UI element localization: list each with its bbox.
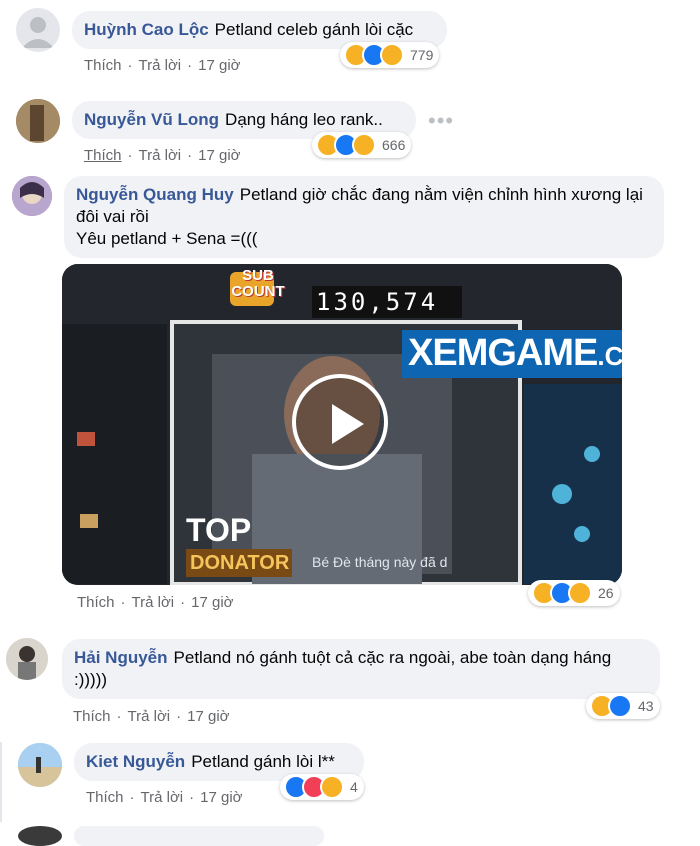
reaction-summary[interactable]: 43 — [586, 693, 660, 719]
reply-link[interactable]: Trả lời — [128, 708, 171, 725]
user-photo-icon — [16, 99, 60, 143]
avatar[interactable] — [16, 99, 60, 143]
comment-author[interactable]: Nguyễn Vũ Long — [84, 110, 219, 129]
reaction-count: 779 — [410, 47, 434, 63]
like-link[interactable]: Thích — [84, 57, 122, 74]
thread-line — [0, 742, 2, 822]
haha-icon — [320, 775, 344, 799]
comment-actions: Thích · Trả lời · 17 giờ — [86, 789, 243, 806]
donator-ticker: Bé Đè tháng này đã d — [312, 554, 448, 570]
comment-text: Dạng háng leo rank.. — [225, 110, 383, 129]
comment-author[interactable]: Hải Nguyễn — [74, 648, 168, 667]
watermark: XEMGAME.COM — [402, 330, 622, 378]
reaction-summary[interactable]: 666 — [312, 132, 412, 158]
comment-bubble — [74, 826, 324, 846]
like-link[interactable]: Thích — [73, 708, 111, 725]
comment-time[interactable]: 17 giờ — [187, 708, 229, 725]
comment-text: Petland gánh lòi l** — [191, 752, 335, 771]
comment-actions: Thích · Trả lời · 17 giờ — [73, 708, 230, 725]
video-attachment[interactable]: SUB COUNT 130,574 XEMGAME.COM TOP DONATO… — [62, 264, 622, 585]
sub-count-value: 130,574 — [316, 288, 439, 316]
donator-label: DONATOR — [186, 549, 292, 577]
reaction-count: 4 — [350, 779, 358, 795]
more-options-icon[interactable]: ••• — [428, 108, 454, 134]
comment-time[interactable]: 17 giờ — [200, 789, 242, 806]
reply-link[interactable]: Trả lời — [139, 57, 182, 74]
avatar[interactable] — [18, 743, 62, 787]
sad-icon — [352, 133, 376, 157]
comment-text: Petland celeb gánh lòi cặc — [214, 20, 414, 39]
reaction-count: 666 — [382, 137, 406, 153]
watermark-text: XEMGAME — [408, 332, 598, 374]
comment-time[interactable]: 17 giờ — [198, 147, 240, 164]
reaction-summary[interactable]: 779 — [340, 42, 440, 68]
default-avatar-icon — [22, 17, 54, 48]
user-photo-icon — [18, 743, 62, 787]
reply-link[interactable]: Trả lời — [132, 594, 175, 611]
watermark-suffix: .COM — [597, 341, 622, 371]
reply-link[interactable]: Trả lời — [139, 147, 182, 164]
comment-actions: Thích · Trả lời · 17 giờ — [84, 57, 241, 74]
avatar[interactable] — [6, 638, 48, 680]
reply-link[interactable]: Trả lời — [141, 789, 184, 806]
comment-actions: Thích · Trả lời · 17 giờ — [77, 594, 234, 611]
reaction-count: 26 — [598, 585, 614, 601]
avatar[interactable] — [18, 826, 62, 846]
comment-text-line2: Yêu petland + Sena =((( — [76, 229, 258, 248]
comment-time[interactable]: 17 giờ — [191, 594, 233, 611]
comment-author[interactable]: Nguyễn Quang Huy — [76, 185, 234, 204]
like-link[interactable]: Thích — [86, 789, 124, 806]
like-link[interactable]: Thích — [84, 147, 122, 164]
sub-count-label: SUB COUNT — [231, 267, 285, 300]
comment-bubble: Hải Nguyễn Petland nó gánh tuột cả cặc ra… — [62, 639, 660, 699]
reaction-count: 43 — [638, 698, 654, 714]
play-icon[interactable] — [292, 374, 388, 470]
comment-actions: Thích · Trả lời · 17 giờ — [84, 147, 241, 164]
user-photo-icon — [12, 176, 52, 216]
like-link[interactable]: Thích — [77, 594, 115, 611]
sad-icon — [380, 43, 404, 67]
user-photo-icon — [6, 638, 48, 680]
avatar[interactable] — [12, 176, 52, 216]
reaction-summary[interactable]: 26 — [528, 580, 620, 606]
sad-icon — [568, 581, 592, 605]
comment-bubble: Nguyễn Quang Huy Petland giờ chắc đang nằ… — [64, 176, 664, 258]
top-label: TOP — [186, 512, 252, 548]
comment-author[interactable]: Kiet Nguyễn — [86, 752, 185, 771]
reaction-summary[interactable]: 4 — [280, 774, 364, 800]
comment-author[interactable]: Huỳnh Cao Lộc — [84, 20, 209, 39]
like-icon — [608, 694, 632, 718]
comment-time[interactable]: 17 giờ — [198, 57, 240, 74]
avatar[interactable] — [16, 8, 60, 52]
